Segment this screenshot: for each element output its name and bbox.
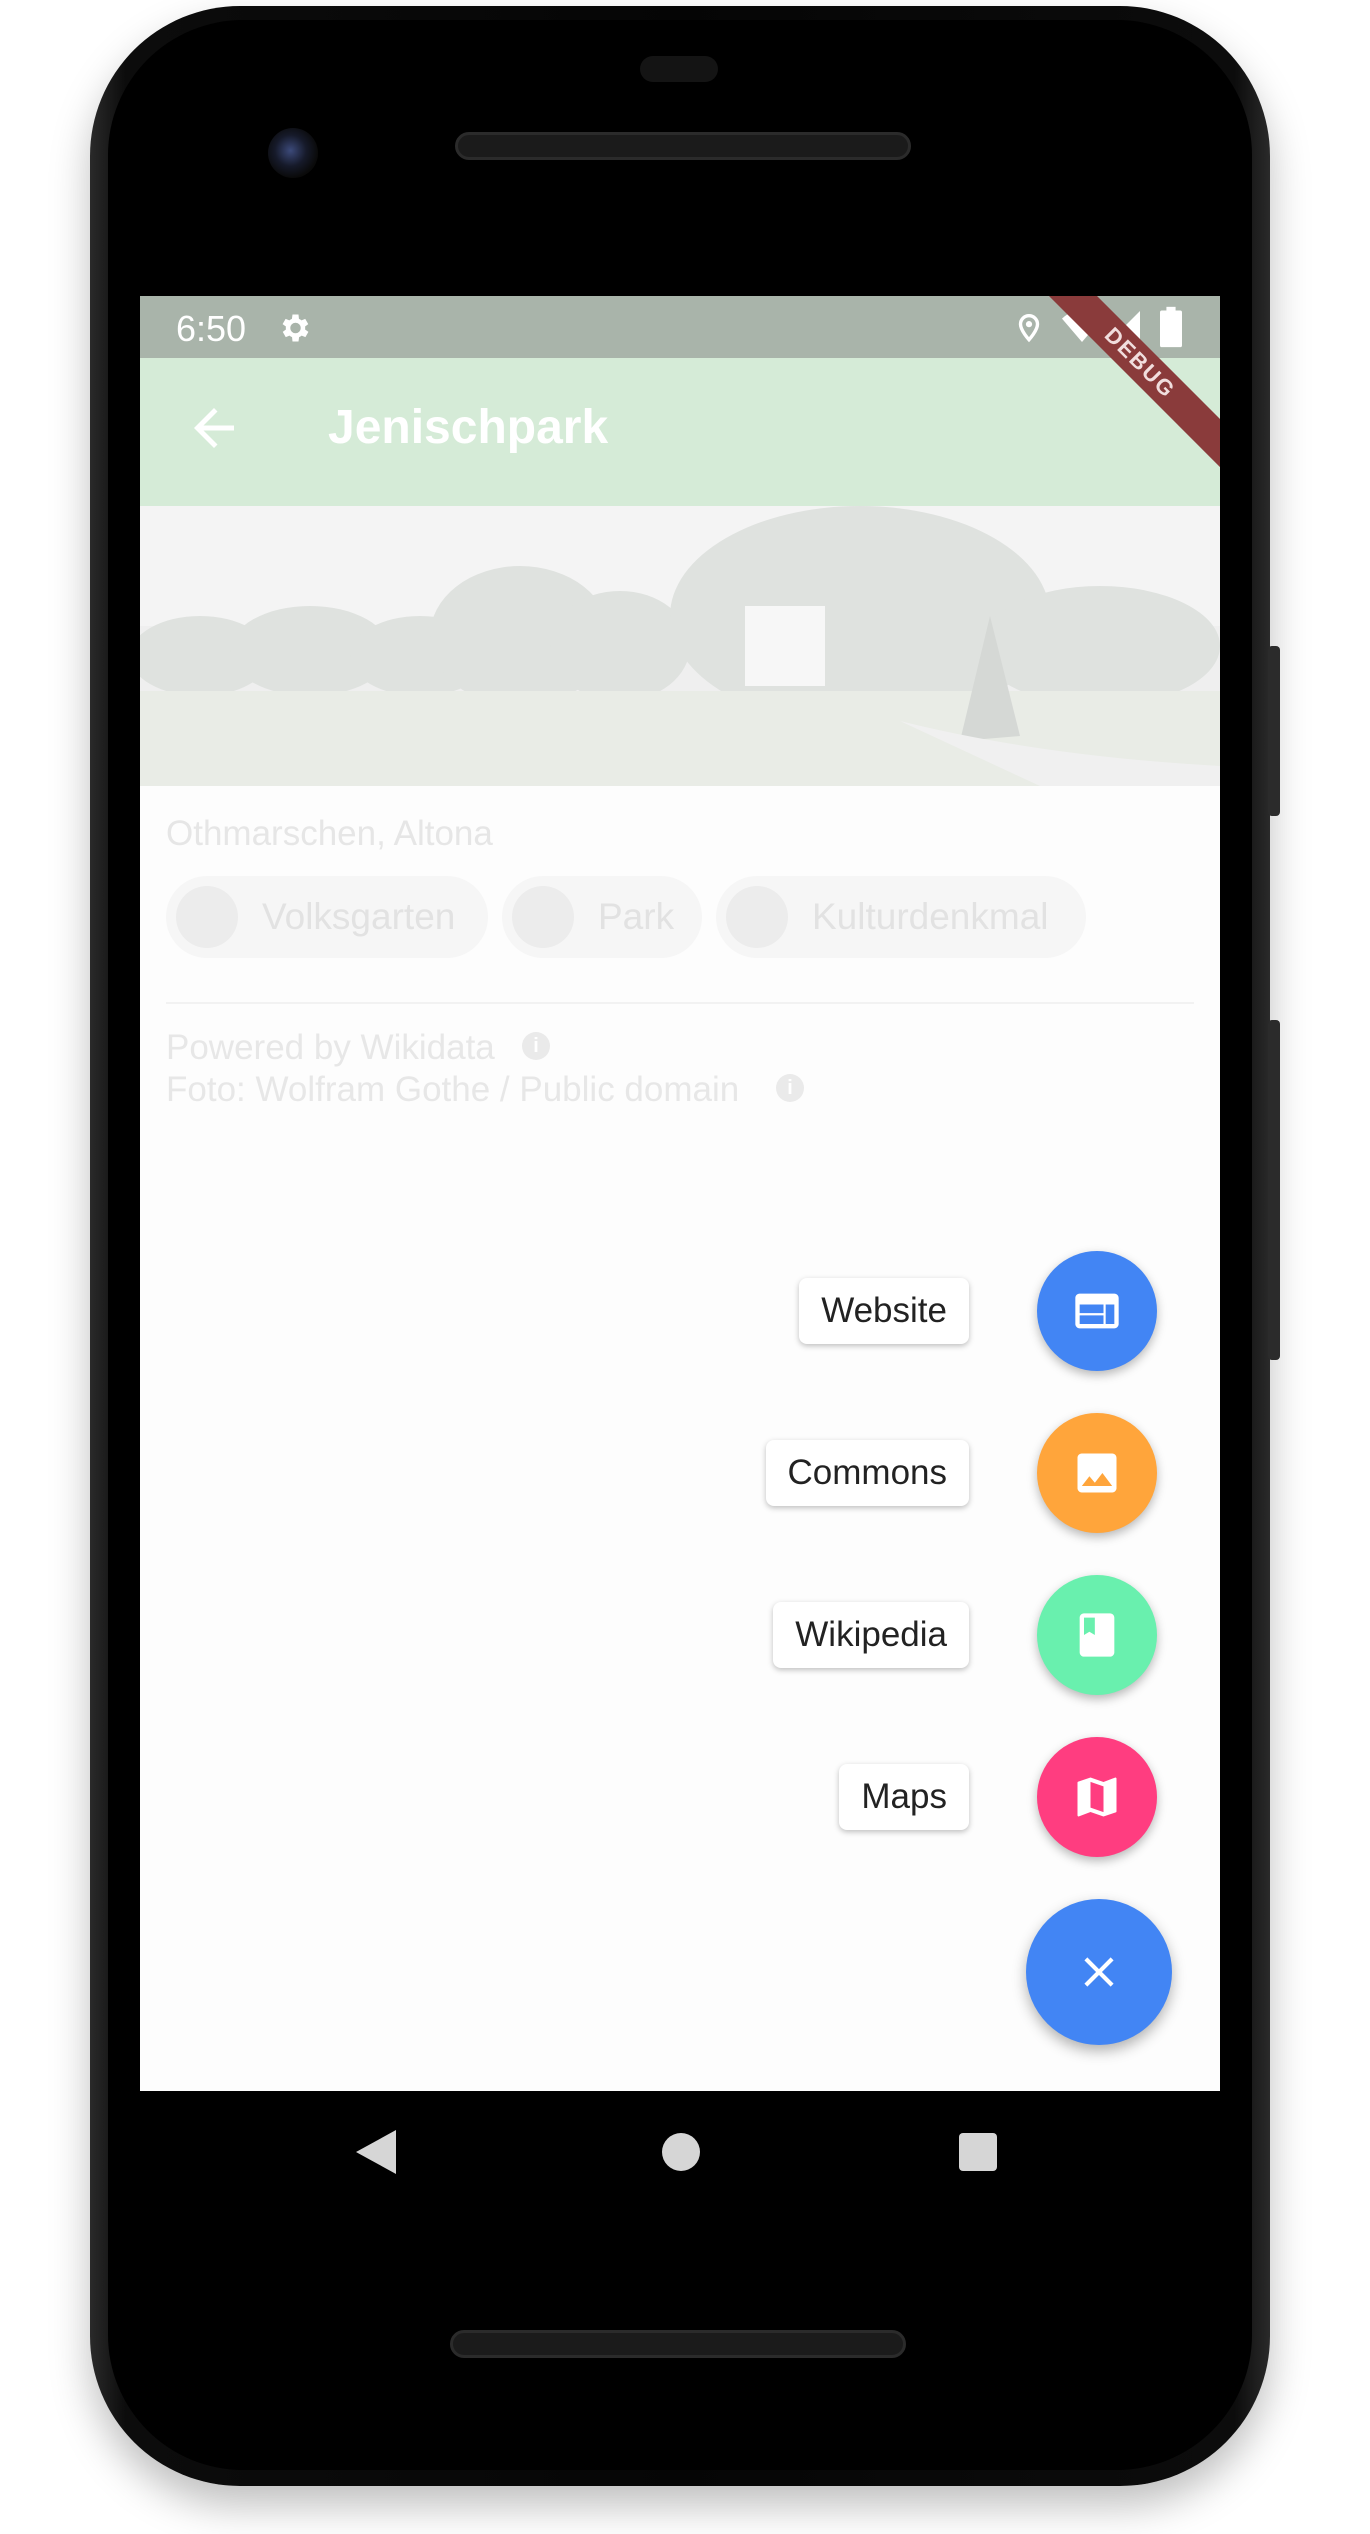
recents-square-icon[interactable]	[959, 2133, 997, 2171]
web-icon	[1075, 1293, 1119, 1329]
photo-credit-text: Foto: Wolfram Gothe / Public domain	[166, 1070, 740, 1109]
commons-button[interactable]	[1037, 1413, 1157, 1533]
close-fab-button[interactable]	[1026, 1899, 1172, 2045]
map-icon	[1077, 1777, 1117, 1817]
chip-kulturdenkmal[interactable]: Kulturdenkmal	[716, 876, 1086, 958]
volume-button	[1268, 1020, 1280, 1360]
maps-label[interactable]: Maps	[839, 1764, 969, 1830]
divider	[166, 1002, 1194, 1004]
info-icon[interactable]: i	[776, 1074, 804, 1102]
location-icon	[1018, 314, 1040, 343]
battery-icon	[1160, 306, 1182, 348]
chip-volksgarten[interactable]: Volksgarten	[166, 876, 488, 958]
park-photo	[140, 506, 1220, 786]
website-label[interactable]: Website	[799, 1278, 969, 1344]
front-camera	[268, 128, 318, 178]
power-button	[1268, 646, 1280, 816]
chip-park[interactable]: Park	[502, 876, 702, 958]
info-icon[interactable]: i	[522, 1032, 550, 1060]
status-time: 6:50	[176, 308, 247, 349]
tree-icon	[512, 886, 574, 948]
website-button[interactable]	[1037, 1251, 1157, 1371]
chip-label: Kulturdenkmal	[812, 896, 1049, 937]
wikipedia-label[interactable]: Wikipedia	[773, 1602, 969, 1668]
maps-button[interactable]	[1037, 1737, 1157, 1857]
powered-by-text: Powered by Wikidata	[166, 1028, 495, 1067]
location-text: Othmarschen, Altona	[166, 814, 493, 853]
home-circle-icon[interactable]	[662, 2133, 700, 2171]
proximity-sensor	[640, 56, 718, 82]
chip-label: Volksgarten	[262, 896, 456, 937]
top-speaker	[455, 132, 911, 160]
tree-icon	[176, 886, 238, 948]
settings-icon	[282, 314, 309, 342]
back-triangle-icon[interactable]	[356, 2130, 396, 2174]
commons-label[interactable]: Commons	[765, 1440, 969, 1506]
page-title: Jenischpark	[328, 401, 609, 454]
book-icon	[1079, 1613, 1115, 1657]
image-icon	[1077, 1453, 1117, 1493]
wikipedia-button[interactable]	[1037, 1575, 1157, 1695]
app-bar	[140, 358, 1220, 506]
arrow-left-icon[interactable]	[184, 398, 244, 458]
tree-icon	[726, 886, 788, 948]
close-icon	[1084, 1957, 1114, 1987]
bottom-speaker	[450, 2330, 906, 2358]
screen: 6:50 Jenischpark DEBUG Othmarschen, Alto…	[140, 296, 1220, 2091]
chip-label: Park	[598, 896, 675, 937]
